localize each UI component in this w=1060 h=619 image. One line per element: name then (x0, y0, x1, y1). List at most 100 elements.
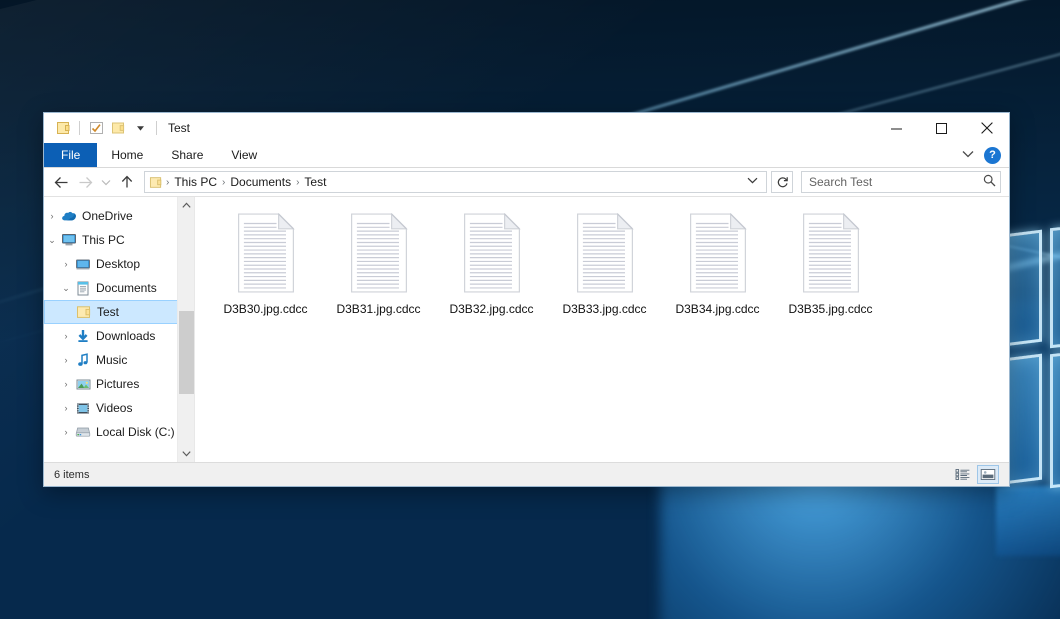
file-grid: D3B30.jpg.cdcc D3B31.jpg.cdcc D3B32.jpg.cd… (209, 209, 1009, 316)
music-icon (74, 353, 92, 367)
window-title: Test (168, 121, 190, 135)
windows-logo-glow (996, 486, 1060, 556)
item-count-label: 6 items (54, 469, 89, 481)
sidebar-item-label: Downloads (96, 329, 155, 343)
forward-button[interactable] (74, 171, 96, 193)
breadcrumb-item-this-pc[interactable]: This PC (170, 175, 221, 189)
expand-chevron-icon[interactable]: › (58, 427, 74, 437)
address-bar: › This PC › Documents › Test (44, 168, 1009, 196)
status-bar: 6 items (44, 462, 1009, 486)
breadcrumb-item-documents[interactable]: Documents (226, 175, 295, 189)
sidebar-item-local-disk-c[interactable]: › Local Disk (C:) (44, 420, 194, 444)
ribbon-right-controls: ? (962, 143, 1009, 167)
expand-ribbon-icon[interactable] (962, 148, 974, 162)
tab-view[interactable]: View (217, 143, 271, 167)
expand-chevron-icon[interactable]: › (58, 259, 74, 269)
file-name-label: D3B35.jpg.cdcc (788, 302, 872, 316)
maximize-button[interactable] (919, 113, 964, 143)
collapse-chevron-icon[interactable]: ⌄ (44, 235, 60, 246)
toolbar-separator (79, 121, 80, 135)
sidebar-item-videos[interactable]: › (44, 396, 194, 420)
tab-share[interactable]: Share (157, 143, 217, 167)
generic-document-icon (348, 213, 410, 293)
document-icon (74, 281, 92, 296)
tab-home[interactable]: Home (97, 143, 157, 167)
recent-locations-icon[interactable] (98, 171, 114, 193)
collapse-chevron-icon[interactable]: ⌄ (58, 283, 74, 294)
generic-document-icon (461, 213, 523, 293)
file-list-pane[interactable]: D3B30.jpg.cdcc D3B31.jpg.cdcc D3B32.jpg.cd… (194, 197, 1009, 462)
ribbon-tab-bar: File Home Share View ? (44, 143, 1009, 168)
generic-document-icon (687, 213, 749, 293)
scroll-down-arrow-icon[interactable] (178, 445, 195, 462)
search-icon[interactable] (983, 174, 996, 190)
folder-icon[interactable] (52, 117, 74, 139)
sidebar-item-pictures[interactable]: › Pictures (44, 372, 194, 396)
sidebar-item-downloads[interactable]: › Downloads (44, 324, 194, 348)
toolbar-separator (156, 121, 157, 135)
sidebar-item-label: Local Disk (C:) (96, 425, 175, 439)
window-controls (874, 113, 1009, 143)
sidebar-item-label: Desktop (96, 257, 140, 271)
file-item[interactable]: D3B35.jpg.cdcc (774, 209, 887, 316)
sidebar-item-label: This PC (82, 233, 125, 247)
refresh-button[interactable] (771, 171, 793, 193)
expand-chevron-icon[interactable]: › (58, 355, 74, 365)
folder-icon (75, 305, 93, 319)
expand-chevron-icon[interactable]: › (44, 211, 60, 221)
up-button[interactable] (116, 171, 138, 193)
back-button[interactable] (50, 171, 72, 193)
file-item[interactable]: D3B32.jpg.cdcc (435, 209, 548, 316)
download-icon (74, 329, 92, 343)
sidebar-item-test[interactable]: Test (44, 300, 194, 324)
sidebar-item-label: Documents (96, 281, 157, 295)
breadcrumb-folder-icon (149, 176, 163, 189)
scrollbar-thumb[interactable] (179, 311, 194, 394)
chevron-down-icon[interactable] (129, 117, 151, 139)
file-name-label: D3B32.jpg.cdcc (449, 302, 533, 316)
file-item[interactable]: D3B34.jpg.cdcc (661, 209, 774, 316)
sidebar-item-label: Music (96, 353, 127, 367)
breadcrumb[interactable]: › This PC › Documents › Test (144, 171, 767, 193)
close-button[interactable] (964, 113, 1009, 143)
minimize-button[interactable] (874, 113, 919, 143)
sidebar-item-label: Test (97, 305, 119, 319)
file-name-label: D3B30.jpg.cdcc (223, 302, 307, 316)
details-view-button[interactable] (952, 465, 974, 484)
file-item[interactable]: D3B31.jpg.cdcc (322, 209, 435, 316)
help-icon[interactable]: ? (984, 147, 1001, 164)
scrollbar-track[interactable] (178, 214, 195, 445)
explorer-body: › OneDrive ⌄ (44, 196, 1009, 462)
new-folder-icon[interactable] (107, 117, 129, 139)
properties-icon[interactable] (85, 117, 107, 139)
expand-chevron-icon[interactable]: › (58, 379, 74, 389)
large-icons-view-button[interactable] (977, 465, 999, 484)
navigation-pane: › OneDrive ⌄ (44, 197, 194, 462)
windows-logo-pane (1050, 220, 1060, 349)
expand-chevron-icon[interactable]: › (58, 403, 74, 413)
file-item[interactable]: D3B30.jpg.cdcc (209, 209, 322, 316)
file-name-label: D3B31.jpg.cdcc (336, 302, 420, 316)
view-mode-buttons (952, 465, 1005, 484)
scroll-up-arrow-icon[interactable] (178, 197, 195, 214)
tab-file[interactable]: File (44, 143, 97, 167)
expand-chevron-icon[interactable]: › (58, 331, 74, 341)
pictures-icon (74, 378, 92, 391)
sidebar-scrollbar[interactable] (177, 197, 194, 462)
file-name-label: D3B34.jpg.cdcc (675, 302, 759, 316)
sidebar-item-documents[interactable]: ⌄ Documents (44, 276, 194, 300)
disk-icon (74, 426, 92, 438)
sidebar-item-desktop[interactable]: › Desktop (44, 252, 194, 276)
breadcrumb-item-test[interactable]: Test (300, 175, 330, 189)
quick-access-toolbar (52, 117, 162, 139)
sidebar-item-music[interactable]: › Music (44, 348, 194, 372)
file-item[interactable]: D3B33.jpg.cdcc (548, 209, 661, 316)
sidebar-item-this-pc[interactable]: ⌄ This PC (44, 228, 194, 252)
desktop-wallpaper: Test File Home Share View (0, 0, 1060, 619)
search-box[interactable] (801, 171, 1001, 193)
sidebar-item-onedrive[interactable]: › OneDrive (44, 204, 194, 228)
generic-document-icon (574, 213, 636, 293)
address-dropdown-icon[interactable] (741, 176, 764, 188)
folder-tree: › OneDrive ⌄ (44, 197, 194, 444)
search-input[interactable] (809, 175, 983, 189)
